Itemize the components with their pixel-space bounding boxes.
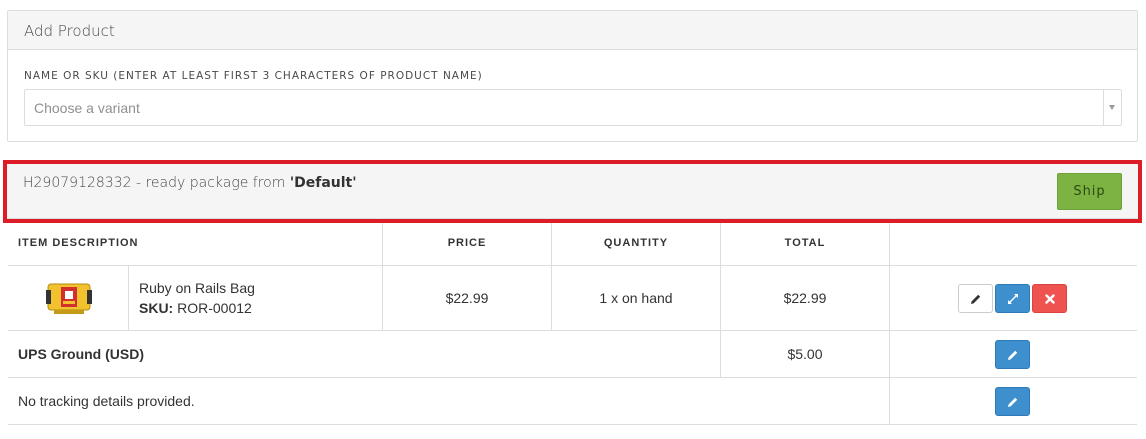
highlight-box xyxy=(3,160,1142,223)
add-product-panel: Add Product NAME OR SKU (ENTER AT LEAST … xyxy=(7,10,1138,142)
product-sku: SKU: ROR-00012 xyxy=(139,300,382,316)
shipping-method: UPS Ground (USD) xyxy=(8,331,721,377)
product-image-cell xyxy=(8,266,129,330)
variant-select-placeholder: Choose a variant xyxy=(34,100,140,116)
add-product-title: Add Product xyxy=(8,11,1137,50)
header-quantity: QUANTITY xyxy=(552,223,721,265)
item-actions xyxy=(890,266,1137,330)
edit-shipping-button[interactable] xyxy=(995,340,1030,369)
variant-field-label: NAME OR SKU (ENTER AT LEAST FIRST 3 CHAR… xyxy=(24,70,483,82)
tracking-details: No tracking details provided. xyxy=(8,378,890,424)
caret-down-icon xyxy=(1109,105,1115,110)
table-row: Ruby on Rails Bag SKU: ROR-00012 $22.99 … xyxy=(8,266,1137,331)
delete-item-button[interactable] xyxy=(1032,284,1067,313)
edit-tracking-button[interactable] xyxy=(995,387,1030,416)
split-item-button[interactable] xyxy=(995,284,1030,313)
pencil-icon xyxy=(1007,350,1017,360)
header-total: TOTAL xyxy=(721,223,890,265)
header-price: PRICE xyxy=(383,223,552,265)
product-thumbnail xyxy=(46,283,92,314)
sku-label: SKU: xyxy=(139,300,174,316)
close-icon xyxy=(1044,293,1055,304)
header-item-description: ITEM DESCRIPTION xyxy=(8,223,383,265)
expand-arrows-icon xyxy=(1007,293,1018,304)
item-total: $22.99 xyxy=(721,266,890,330)
sku-value: ROR-00012 xyxy=(177,300,252,316)
pencil-icon xyxy=(1007,397,1017,407)
tracking-row: No tracking details provided. xyxy=(8,378,1137,425)
shipping-method-row: UPS Ground (USD) $5.00 xyxy=(8,331,1137,378)
table-header-row: ITEM DESCRIPTION PRICE QUANTITY TOTAL xyxy=(8,223,1137,266)
edit-item-button[interactable] xyxy=(958,284,993,313)
product-name: Ruby on Rails Bag xyxy=(139,280,255,296)
product-description-cell: Ruby on Rails Bag SKU: ROR-00012 xyxy=(129,266,383,330)
variant-select[interactable]: Choose a variant xyxy=(24,89,1122,126)
pencil-icon xyxy=(970,294,980,304)
item-quantity: 1 x on hand xyxy=(552,266,721,330)
shipping-cost: $5.00 xyxy=(721,331,890,377)
select-arrow-box[interactable] xyxy=(1103,90,1121,125)
item-price: $22.99 xyxy=(383,266,552,330)
